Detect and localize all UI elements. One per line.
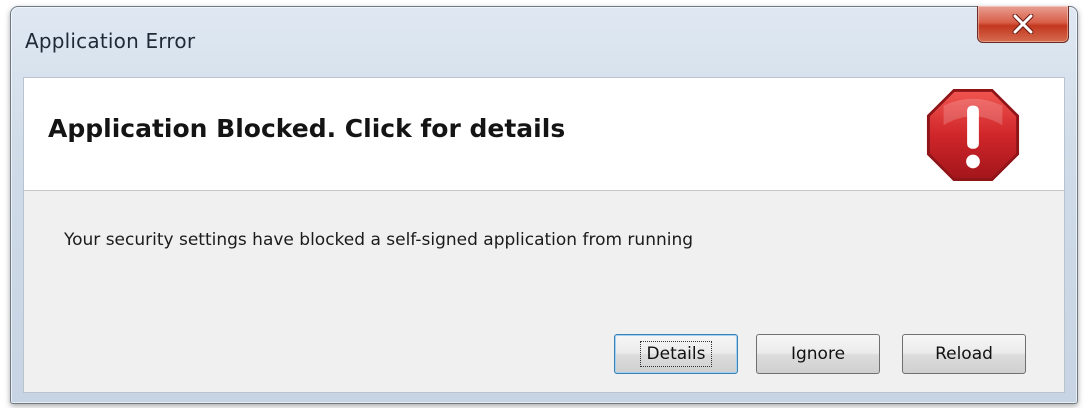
details-button[interactable]: Details bbox=[614, 334, 738, 374]
reload-button-label: Reload bbox=[935, 344, 993, 364]
message-text: Your security settings have blocked a se… bbox=[64, 230, 694, 250]
header-title[interactable]: Application Blocked. Click for details bbox=[48, 114, 565, 143]
ignore-button[interactable]: Ignore bbox=[756, 334, 880, 374]
close-button[interactable] bbox=[977, 6, 1069, 43]
error-stop-icon bbox=[926, 88, 1020, 182]
application-error-dialog: Application Error Application Blocked. C… bbox=[10, 6, 1078, 404]
ignore-button-label: Ignore bbox=[790, 344, 846, 364]
window-title: Application Error bbox=[25, 29, 196, 53]
title-bar[interactable]: Application Error bbox=[11, 6, 1077, 77]
details-button-label: Details bbox=[639, 341, 713, 367]
reload-button[interactable]: Reload bbox=[902, 334, 1026, 374]
header-panel: Application Blocked. Click for details bbox=[24, 78, 1064, 191]
close-icon bbox=[1012, 14, 1034, 34]
dialog-content: Application Blocked. Click for details Y… bbox=[23, 77, 1065, 393]
